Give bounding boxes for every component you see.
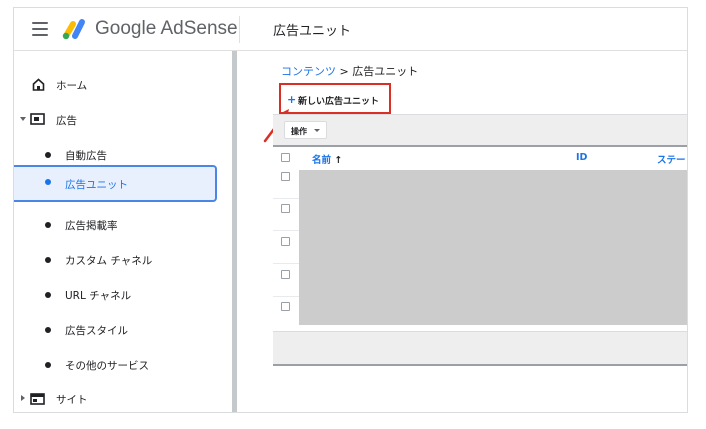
breadcrumb-link-content[interactable]: コンテンツ: [281, 65, 336, 78]
home-icon: [32, 78, 45, 91]
adsense-window: Google AdSense 広告ユニット ホーム 広告 自動広告 広告ユニット…: [13, 7, 688, 413]
table-toolbar: 操作: [273, 114, 687, 145]
redacted-table-rows: [299, 170, 687, 325]
sidebar-item-url-channels[interactable]: URL チャネル: [14, 278, 233, 312]
bullet-icon: [45, 292, 51, 298]
sidebar-item-sites[interactable]: サイト: [14, 382, 233, 412]
sidebar-item-label: その他のサービス: [65, 360, 149, 372]
breadcrumb-separator: >: [336, 65, 353, 78]
row-checkbox[interactable]: [281, 237, 290, 246]
row-checkbox[interactable]: [281, 172, 290, 181]
sidebar-item-ad-units[interactable]: 広告ユニット: [14, 165, 217, 202]
adsense-logo-icon: [62, 19, 85, 40]
expand-caret-icon[interactable]: [20, 117, 26, 121]
sidebar-item-label: URL チャネル: [65, 290, 132, 302]
hamburger-menu-icon[interactable]: [32, 22, 48, 36]
sidebar-item-label: 広告ユニット: [65, 179, 128, 191]
sidebar-nav: ホーム 広告 自動広告 広告ユニット 広告掲載率 カスタム チャネル URL チ…: [14, 51, 233, 412]
table-footer: [273, 331, 687, 366]
breadcrumb-current: 広告ユニット: [352, 65, 419, 78]
sidebar-item-label: カスタム チャネル: [65, 255, 153, 267]
sidebar-item-label: 自動広告: [65, 150, 107, 162]
header-divider: [239, 16, 240, 43]
operations-label: 操作: [291, 127, 307, 136]
sidebar-item-custom-channels[interactable]: カスタム チャネル: [14, 243, 233, 277]
sidebar-item-ad-styles[interactable]: 広告スタイル: [14, 313, 233, 347]
sidebar-item-label: ホーム: [56, 80, 88, 92]
top-app-bar: Google AdSense 広告ユニット: [14, 8, 687, 51]
operations-dropdown[interactable]: 操作: [284, 121, 327, 139]
bullet-icon: [45, 222, 51, 228]
sidebar-item-home[interactable]: ホーム: [14, 68, 233, 102]
chevron-down-icon: [314, 129, 320, 132]
ads-icon: [30, 113, 45, 125]
select-all-checkbox[interactable]: [281, 153, 290, 162]
sidebar-item-other-services[interactable]: その他のサービス: [14, 348, 233, 382]
row-divider: [273, 296, 299, 297]
sidebar-item-label: 広告掲載率: [65, 220, 118, 232]
table-header: 名前 ↑ ID ステー: [273, 145, 687, 168]
sidebar-item-coverage[interactable]: 広告掲載率: [14, 208, 233, 242]
new-ad-unit-button[interactable]: + 新しい広告ユニット: [279, 83, 391, 114]
new-ad-unit-label: 新しい広告ユニット: [298, 97, 380, 107]
bullet-icon: [45, 362, 51, 368]
breadcrumb: コンテンツ > 広告ユニット: [281, 63, 418, 79]
row-checkbox[interactable]: [281, 302, 290, 311]
page-title: 広告ユニット: [273, 24, 352, 39]
bullet-icon: [45, 327, 51, 333]
row-divider: [273, 230, 299, 231]
bullet-icon: [45, 152, 51, 158]
column-header-name[interactable]: 名前 ↑: [312, 152, 342, 166]
sidebar-item-label: 広告: [56, 115, 77, 127]
sidebar-scrollbar[interactable]: [232, 51, 237, 412]
bullet-icon: [45, 179, 51, 185]
row-checkbox[interactable]: [281, 204, 290, 213]
row-divider: [273, 198, 299, 199]
sidebar-item-label: 広告スタイル: [65, 325, 128, 337]
sites-icon: [30, 393, 45, 405]
collapse-caret-icon[interactable]: [21, 395, 25, 401]
row-divider: [273, 263, 299, 264]
brand-name: Google AdSense: [95, 18, 238, 39]
column-header-id[interactable]: ID: [576, 152, 587, 163]
sidebar-item-label: サイト: [56, 394, 88, 406]
column-header-status[interactable]: ステー: [657, 152, 686, 166]
bullet-icon: [45, 257, 51, 263]
sort-arrow-icon: ↑: [334, 155, 343, 166]
row-checkbox[interactable]: [281, 270, 290, 279]
sidebar-item-ads[interactable]: 広告: [14, 103, 233, 137]
